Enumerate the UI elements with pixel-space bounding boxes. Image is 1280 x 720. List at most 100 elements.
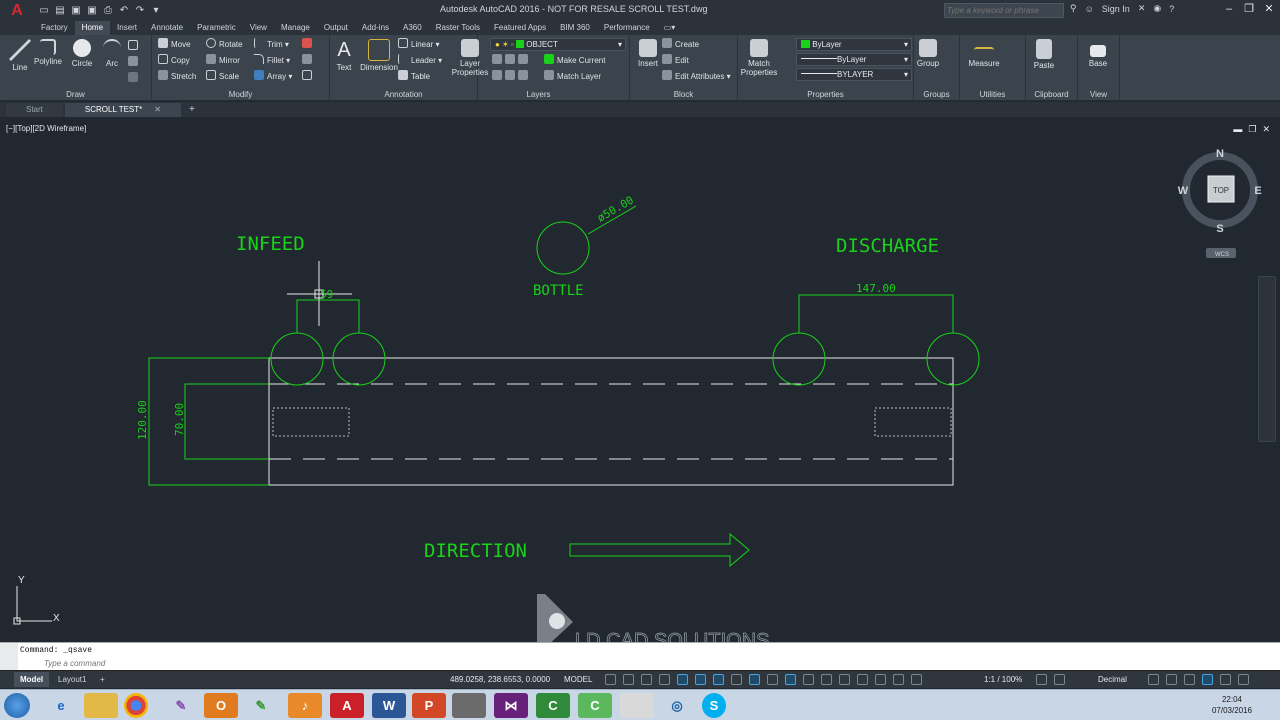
app-icon[interactable]	[452, 693, 486, 718]
isodraft-icon[interactable]	[713, 674, 724, 685]
tab-a360[interactable]: A360	[396, 21, 429, 35]
recorder-icon[interactable]: C	[578, 693, 612, 718]
clipboard-panel-title[interactable]: Clipboard	[1026, 90, 1077, 99]
layer-tools-row1[interactable]	[492, 54, 531, 68]
binoculars-icon[interactable]: ⚲	[1070, 3, 1077, 14]
lineweight-dropdown[interactable]: BYLAYER ▾	[796, 68, 912, 81]
base-button[interactable]: Base	[1080, 39, 1116, 68]
dimension-button[interactable]: Dimension	[356, 39, 402, 72]
image-viewer-icon[interactable]	[620, 693, 654, 718]
paint-icon[interactable]: ✎	[164, 693, 198, 718]
camtasia-icon[interactable]: C	[536, 693, 570, 718]
dynamic-ucs-icon[interactable]	[839, 674, 850, 685]
coordinates-readout[interactable]: 489.0258, 238.6553, 0.0000	[450, 675, 550, 684]
clean-screen-icon[interactable]	[1220, 674, 1231, 685]
plot-icon[interactable]: ⎙	[102, 5, 114, 17]
table-button[interactable]: Table	[398, 70, 430, 84]
qat-dropdown-icon[interactable]: ▾	[150, 5, 162, 17]
utilities-panel-title[interactable]: Utilities	[960, 90, 1025, 99]
exchange-icon[interactable]: ✕	[1138, 3, 1146, 14]
tab-output[interactable]: Output	[317, 21, 355, 35]
tab-view[interactable]: View	[243, 21, 274, 35]
close-tab-icon[interactable]: ✕	[154, 105, 161, 114]
command-line-handle[interactable]	[0, 643, 18, 671]
trim-button[interactable]: Trim ▾	[254, 38, 289, 52]
add-layout-button[interactable]: +	[94, 672, 111, 687]
new-tab-button[interactable]: +	[183, 103, 201, 117]
close-button[interactable]: ✕	[1262, 2, 1276, 16]
new-file-icon[interactable]: ▭	[38, 5, 50, 17]
model-space-button[interactable]: MODEL	[564, 675, 592, 684]
layer-tools-row2[interactable]	[492, 70, 531, 84]
transparency-icon[interactable]	[785, 674, 796, 685]
tab-bim-360[interactable]: BIM 360	[553, 21, 597, 35]
viewcube[interactable]: TOP N S E W WCS	[1178, 148, 1262, 258]
drawing-tab[interactable]: SCROLL TEST* ✕	[64, 103, 181, 117]
selection-cycling-icon[interactable]	[803, 674, 814, 685]
gradient-icon[interactable]	[128, 72, 141, 86]
explode-icon[interactable]	[302, 54, 315, 68]
rotate-button[interactable]: Rotate	[206, 38, 243, 52]
command-input[interactable]	[20, 658, 1274, 669]
copy-button[interactable]: Copy	[158, 54, 190, 68]
hardware-acceleration-icon[interactable]	[1202, 674, 1213, 685]
group-button[interactable]: Group	[910, 39, 946, 68]
make-current-button[interactable]: Make Current	[544, 54, 605, 68]
sign-in-link[interactable]: Sign In	[1102, 4, 1130, 14]
properties-panel-title[interactable]: Properties	[738, 90, 913, 99]
block-panel-title[interactable]: Block	[630, 90, 737, 99]
compass-n-label[interactable]: N	[1216, 148, 1224, 160]
edit-attributes-button[interactable]: Edit Attributes ▾	[662, 70, 731, 84]
powerpoint-icon[interactable]: P	[412, 693, 446, 718]
draw-panel-title[interactable]: Draw	[0, 90, 151, 99]
tab-manage[interactable]: Manage	[274, 21, 317, 35]
polyline-button[interactable]: Polyline	[30, 39, 66, 66]
help-icon[interactable]: ?	[1169, 4, 1174, 14]
insert-button[interactable]: Insert	[630, 39, 666, 68]
chrome-icon[interactable]	[124, 693, 148, 718]
notepad-icon[interactable]: ✎	[244, 693, 278, 718]
create-block-button[interactable]: Create	[662, 38, 699, 52]
linetype-dropdown[interactable]: ByLayer ▾	[796, 53, 912, 66]
layer-dropdown[interactable]: ● ✶ ▫ OBJECT ▾	[490, 38, 626, 51]
quick-properties-icon[interactable]	[1148, 674, 1159, 685]
gizmo-icon[interactable]	[875, 674, 886, 685]
compass-w-label[interactable]: W	[1178, 185, 1189, 197]
snap-toggle-icon[interactable]	[623, 674, 634, 685]
compass-e-label[interactable]: E	[1254, 185, 1261, 197]
infer-constraints-icon[interactable]	[641, 674, 652, 685]
navigation-bar[interactable]	[1258, 276, 1276, 442]
units-display[interactable]: Decimal	[1098, 675, 1127, 684]
minimize-button[interactable]: –	[1222, 2, 1236, 16]
lineweight-icon[interactable]	[767, 674, 778, 685]
drawing-canvas[interactable]: [−][Top][2D Wireframe] ▬ ❐ ✕ TOP N S E W…	[0, 118, 1280, 642]
object-snap-tracking-icon[interactable]	[731, 674, 742, 685]
autocad-logo-button[interactable]: A	[0, 0, 34, 21]
tab-performance[interactable]: Performance	[597, 21, 657, 35]
match-layer-button[interactable]: Match Layer	[544, 70, 601, 84]
annotation-scale[interactable]: 1:1 / 100%	[984, 675, 1022, 684]
ribbon-toggle-icon[interactable]: ▭▾	[657, 21, 683, 35]
offset-icon[interactable]	[302, 70, 315, 84]
file-explorer-icon[interactable]	[84, 693, 118, 718]
fillet-button[interactable]: Fillet ▾	[254, 54, 290, 68]
system-clock[interactable]: 22:04 07/03/2016	[1212, 694, 1252, 716]
linear-button[interactable]: Linear ▾	[398, 38, 440, 52]
match-properties-button[interactable]: Match Properties	[740, 39, 778, 77]
a360-icon[interactable]: ◉	[1153, 3, 1161, 14]
redo-icon[interactable]: ↷	[134, 5, 146, 17]
array-button[interactable]: Array ▾	[254, 70, 292, 84]
save-as-icon[interactable]: ▣	[86, 5, 98, 17]
modify-panel-title[interactable]: Modify	[152, 90, 329, 99]
outlook-icon[interactable]: O	[204, 693, 238, 718]
skype-icon[interactable]: S	[702, 693, 726, 718]
color-dropdown[interactable]: ByLayer ▾	[796, 38, 912, 51]
erase-icon[interactable]	[302, 38, 315, 52]
start-button[interactable]	[4, 693, 30, 718]
internet-explorer-icon[interactable]: e	[44, 693, 78, 718]
user-icon[interactable]: ☺	[1085, 4, 1094, 14]
groups-panel-title[interactable]: Groups	[914, 90, 959, 99]
autocad-taskbar-icon[interactable]: A	[330, 693, 364, 718]
object-snap-icon[interactable]	[749, 674, 760, 685]
annotation-visibility-icon[interactable]	[893, 674, 904, 685]
